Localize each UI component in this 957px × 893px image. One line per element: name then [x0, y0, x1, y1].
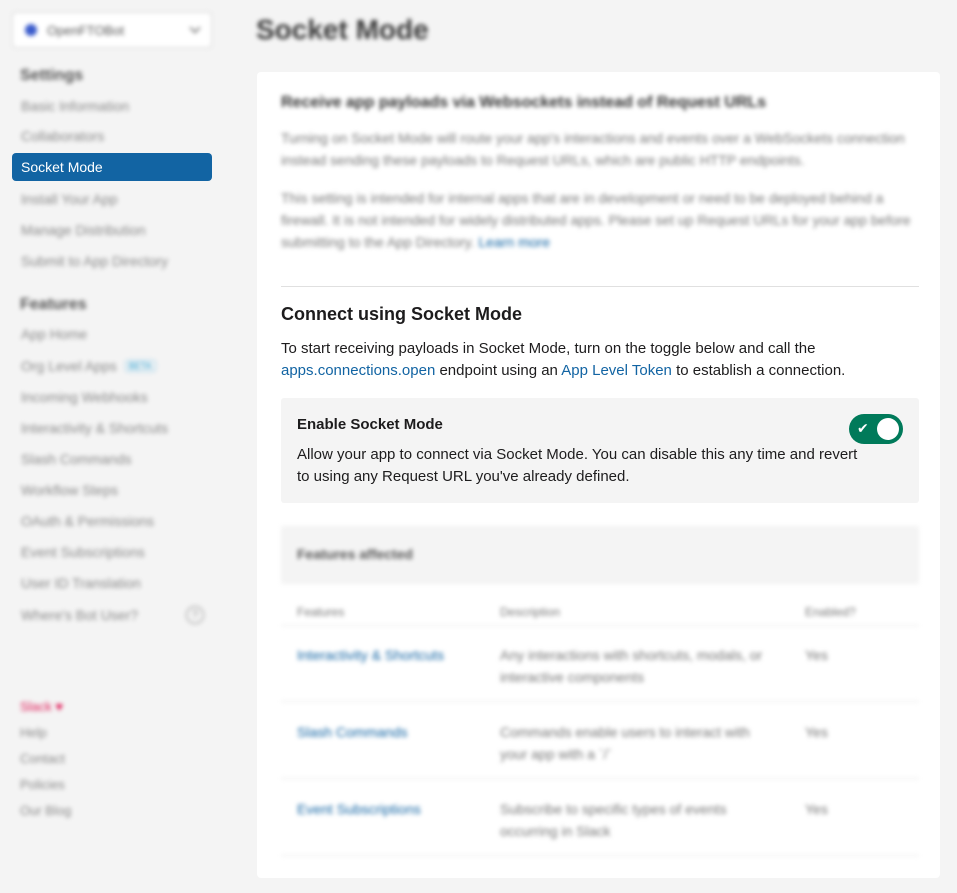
connect-paragraph: To start receiving payloads in Socket Mo…: [281, 340, 846, 379]
socket-mode-card: Receive app payloads via Websockets inst…: [257, 72, 940, 878]
footer-help-link[interactable]: Help: [20, 725, 47, 740]
table-row-description: Any interactions with shortcuts, modals,…: [500, 647, 763, 685]
sidebar-item-install-your-app[interactable]: Install Your App: [12, 185, 212, 213]
sidebar: OpenFTOBot Settings Basic Information Co…: [0, 0, 232, 893]
sidebar-item-org-level-apps[interactable]: Org Level Apps BETA: [12, 352, 212, 380]
table-row-description: Commands enable users to interact with y…: [500, 724, 750, 762]
footer-slack-link[interactable]: Slack ♥: [20, 699, 63, 714]
sidebar-item-user-id-translation[interactable]: User ID Translation: [12, 569, 212, 597]
row-divider: [281, 701, 919, 702]
table-row-enabled: Yes: [805, 801, 828, 817]
table-row-enabled: Yes: [805, 724, 828, 740]
app-selector[interactable]: OpenFTOBot: [12, 12, 212, 48]
help-icon[interactable]: ?: [186, 606, 204, 624]
row-divider: [281, 625, 919, 626]
sidebar-item-interactivity[interactable]: Interactivity & Shortcuts: [12, 414, 212, 442]
divider: [281, 286, 919, 287]
chevron-down-icon: [189, 22, 201, 34]
apps-connections-open-link[interactable]: apps.connections.open: [281, 362, 435, 379]
intro-paragraph-1: Turning on Socket Mode will route your a…: [281, 130, 905, 168]
sidebar-item-collaborators[interactable]: Collaborators: [12, 122, 212, 150]
sidebar-item-app-home[interactable]: App Home: [12, 320, 212, 348]
sidebar-item-socket-mode[interactable]: Socket Mode: [12, 153, 212, 181]
intro-heading: Receive app payloads via Websockets inst…: [281, 94, 767, 111]
learn-more-link[interactable]: Learn more: [478, 234, 550, 250]
sidebar-item-slash-commands[interactable]: Slash Commands: [12, 445, 212, 473]
page-title: Socket Mode: [256, 14, 429, 45]
table-row-feature-link[interactable]: Event Subscriptions: [297, 801, 421, 817]
sidebar-item-event-subscriptions[interactable]: Event Subscriptions: [12, 538, 212, 566]
features-section-title: Features: [20, 296, 87, 313]
column-header-features: Features: [297, 605, 345, 619]
toggle-description: Allow your app to connect via Socket Mod…: [297, 446, 858, 485]
toggle-knob: [877, 418, 899, 440]
sidebar-item-manage-distribution[interactable]: Manage Distribution: [12, 216, 212, 244]
beta-badge: BETA: [124, 360, 156, 372]
row-divider: [281, 855, 919, 856]
intro-paragraph-2: This setting is intended for internal ap…: [281, 190, 911, 250]
footer-blog-link[interactable]: Our Blog: [20, 803, 71, 818]
toggle-title: Enable Socket Mode: [297, 416, 443, 433]
column-header-description: Description: [500, 605, 561, 619]
footer-contact-link[interactable]: Contact: [20, 751, 65, 766]
table-row-feature-link[interactable]: Interactivity & Shortcuts: [297, 647, 444, 663]
connect-heading: Connect using Socket Mode: [281, 304, 523, 324]
sidebar-item-wheres-bot-user[interactable]: Where's Bot User??: [12, 601, 212, 629]
app-level-token-link[interactable]: App Level Token: [561, 362, 672, 379]
table-row-description: Subscribe to specific types of events oc…: [500, 801, 727, 839]
row-divider: [281, 778, 919, 779]
app-icon: [25, 24, 37, 36]
sidebar-item-basic-information[interactable]: Basic Information: [12, 92, 212, 120]
table-row-enabled: Yes: [805, 647, 828, 663]
checkmark-icon: ✔: [857, 420, 869, 436]
socket-mode-toggle[interactable]: ✔: [849, 414, 903, 444]
features-affected-label: Features affected: [297, 546, 413, 562]
enable-socket-mode-panel: Enable Socket Mode Allow your app to con…: [281, 398, 919, 503]
sidebar-item-oauth-permissions[interactable]: OAuth & Permissions: [12, 507, 212, 535]
table-row-feature-link[interactable]: Slash Commands: [297, 724, 408, 740]
sidebar-item-incoming-webhooks[interactable]: Incoming Webhooks: [12, 383, 212, 411]
sidebar-item-workflow-steps[interactable]: Workflow Steps: [12, 476, 212, 504]
features-affected-header: Features affected: [281, 526, 919, 584]
settings-section-title: Settings: [20, 67, 84, 84]
column-header-enabled: Enabled?: [805, 605, 856, 619]
app-name: OpenFTOBot: [47, 22, 125, 38]
footer-policies-link[interactable]: Policies: [20, 777, 65, 792]
sidebar-item-submit-to-app-directory[interactable]: Submit to App Directory: [12, 247, 212, 275]
